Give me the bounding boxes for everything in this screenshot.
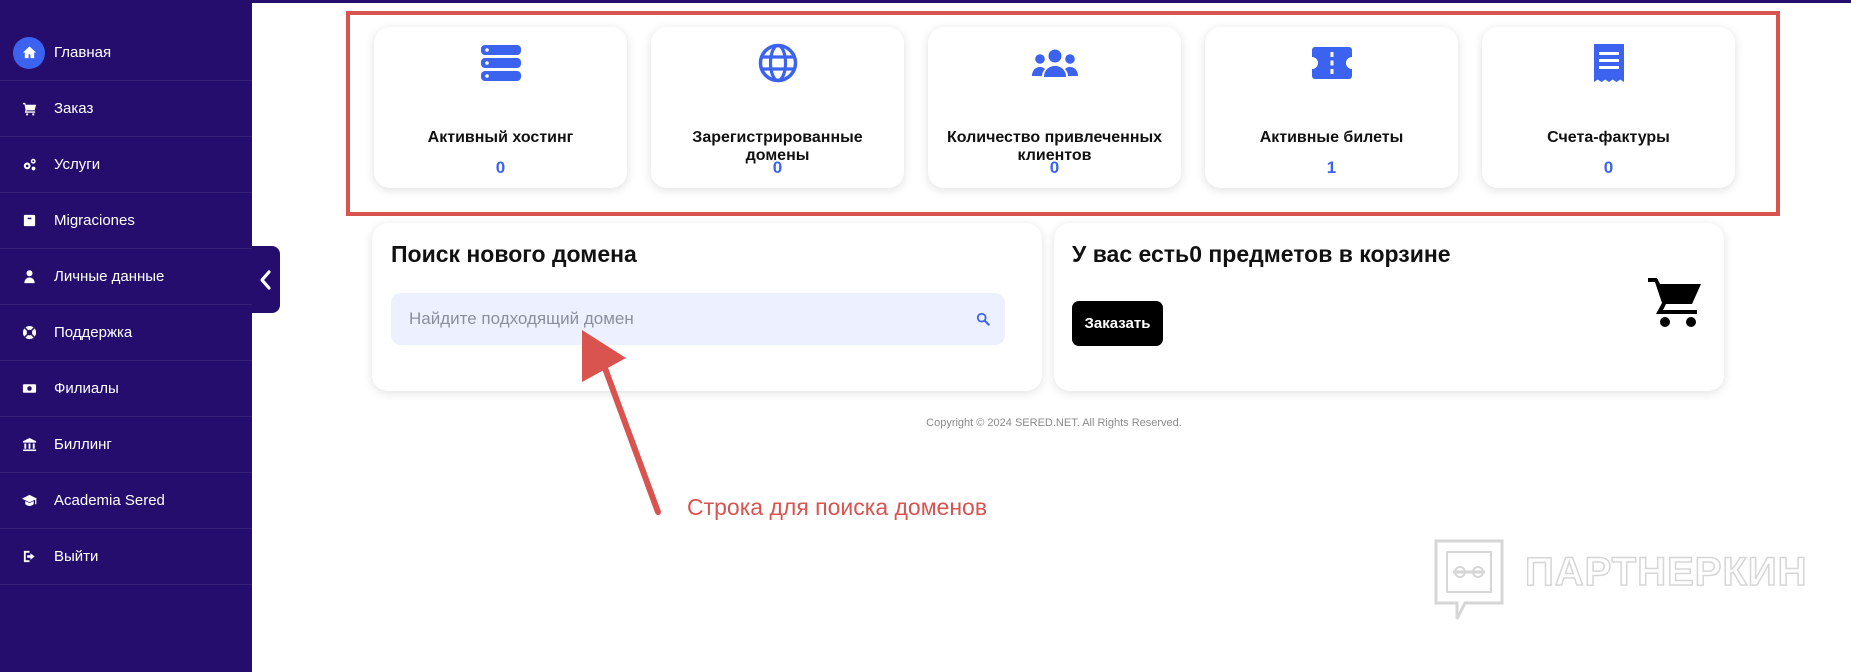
sidebar-item-label: Личные данные: [54, 268, 165, 285]
sidebar-item-label: Заказ: [54, 100, 94, 117]
sidebar: Главная Заказ Услуги Migraciones Личные …: [0, 0, 252, 672]
ticket-icon: [1311, 47, 1352, 79]
stat-card-registered-domains[interactable]: Зарегистрированные домены 0: [651, 27, 904, 188]
shopping-cart-icon: [1648, 278, 1701, 327]
sidebar-item-logout[interactable]: Выйти: [0, 529, 252, 585]
home-icon: [13, 36, 45, 69]
stat-value: 0: [772, 158, 783, 177]
money-icon: [13, 373, 45, 405]
sidebar-item-support[interactable]: Поддержка: [0, 305, 252, 361]
lifebuoy-icon: [13, 317, 45, 349]
sidebar-item-label: Выйти: [54, 548, 99, 565]
sidebar-item-affiliates[interactable]: Филиалы: [0, 361, 252, 417]
stat-card-invoices[interactable]: Счета-фактуры 0: [1482, 27, 1735, 188]
sidebar-item-label: Academia Sered: [54, 492, 165, 509]
domain-search-box: [391, 293, 1005, 345]
sidebar-item-profile[interactable]: Личные данные: [0, 249, 252, 305]
stat-value: 1: [1326, 158, 1337, 177]
top-accent-line: [252, 0, 1851, 3]
sidebar-item-order[interactable]: Заказ: [0, 81, 252, 137]
gears-icon: [13, 149, 45, 181]
cart-title: У вас есть0 предметов в корзине: [1072, 241, 1451, 267]
graduation-cap-icon: [13, 485, 45, 517]
bank-icon: [13, 429, 45, 461]
domain-search-card: Поиск нового домена: [372, 223, 1042, 391]
cart-icon: [13, 93, 45, 125]
watermark-text: ПАРТНЕРКИН: [1524, 549, 1808, 595]
invoice-icon: [1593, 44, 1624, 82]
sidebar-item-label: Migraciones: [54, 212, 135, 229]
sidebar-item-home[interactable]: Главная: [0, 25, 252, 81]
stat-value: 0: [1049, 158, 1060, 177]
stat-label: Счета-фактуры: [1547, 129, 1670, 146]
sidebar-collapse-button[interactable]: [252, 246, 280, 313]
sidebar-item-label: Поддержка: [54, 324, 133, 341]
stat-value: 0: [1603, 158, 1614, 177]
search-icon[interactable]: [973, 309, 993, 329]
annotation-label: Строка для поиска доменов: [687, 494, 988, 520]
domain-search-input[interactable]: [391, 293, 973, 345]
order-button[interactable]: Заказать: [1072, 301, 1163, 346]
page: Главная Заказ Услуги Migraciones Личные …: [0, 0, 1851, 672]
users-icon: [1031, 49, 1078, 77]
logout-icon: [13, 541, 45, 573]
globe-icon: [758, 43, 797, 83]
sidebar-item-services[interactable]: Услуги: [0, 137, 252, 193]
stat-label: Активные билеты: [1259, 129, 1404, 146]
annotation-arrow-icon: [582, 330, 661, 515]
sidebar-item-label: Биллинг: [54, 436, 112, 453]
stat-value: 0: [495, 158, 506, 177]
sidebar-item-label: Услуги: [54, 156, 101, 173]
cart-card: У вас есть0 предметов в корзине Заказать: [1054, 223, 1724, 391]
box-icon: [13, 205, 45, 237]
stat-card-referred-clients[interactable]: Количество привлеченных клиентов 0: [928, 27, 1181, 188]
sidebar-item-academia[interactable]: Academia Sered: [0, 473, 252, 529]
stat-label: Активный хостинг: [427, 129, 574, 146]
sidebar-item-migrations[interactable]: Migraciones: [0, 193, 252, 249]
copyright-text: Copyright © 2024 SERED.NET. All Rights R…: [926, 417, 1182, 429]
stat-card-active-hosting[interactable]: Активный хостинг 0: [374, 27, 627, 188]
sidebar-item-label: Филиалы: [54, 380, 119, 397]
sidebar-item-label: Главная: [54, 44, 112, 61]
domain-search-title: Поиск нового домена: [391, 241, 637, 267]
chevron-left-icon: [260, 269, 271, 290]
sidebar-item-billing[interactable]: Биллинг: [0, 417, 252, 473]
user-icon: [13, 261, 45, 293]
server-icon: [480, 45, 521, 81]
stat-card-active-tickets[interactable]: Активные билеты 1: [1205, 27, 1458, 188]
